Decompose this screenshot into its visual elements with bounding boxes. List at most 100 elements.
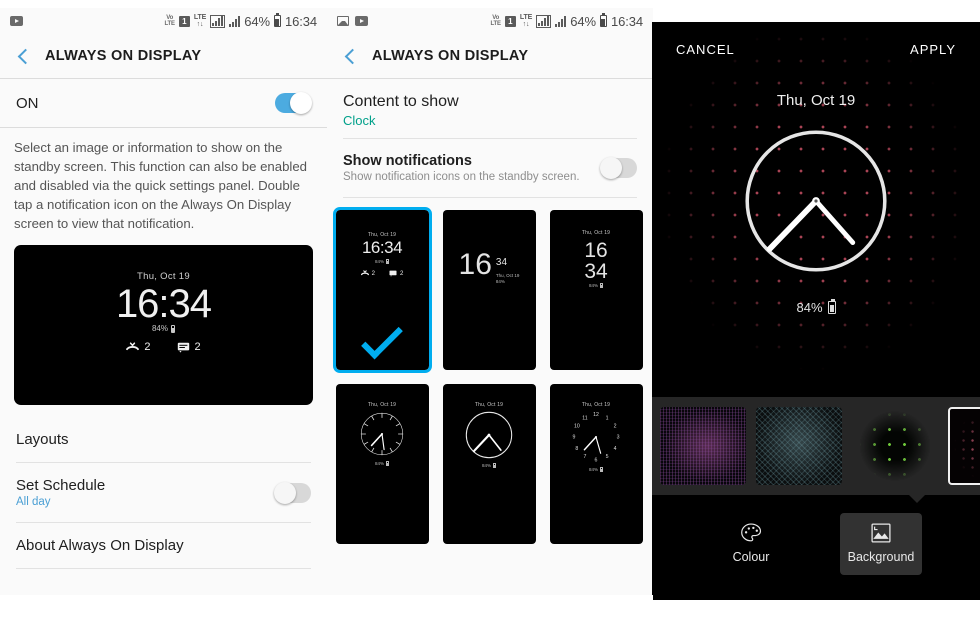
battery-percent-label: 64% <box>570 13 596 29</box>
row-set-schedule[interactable]: Set Schedule All day <box>0 463 327 522</box>
thumb-hour: 16 <box>584 239 608 262</box>
thumb-date: Thu, Oct 19 <box>581 230 611 236</box>
selected-tool-caret-icon <box>907 494 926 503</box>
back-arrow-icon[interactable] <box>17 48 34 64</box>
svg-text:9: 9 <box>573 435 576 441</box>
content-to-show-value: Clock <box>343 113 376 128</box>
layout-thumb-digital-with-notifications[interactable]: Thu, Oct 19 16:34 84% 2 2 <box>332 207 432 373</box>
app-bar-panel2: ALWAYS ON DISPLAY <box>327 34 653 78</box>
screenshot-root: Vo LTE 1 LTE ↑↓ 64% 16:34 ALWAYS ON DISPLA… <box>0 0 980 620</box>
svg-text:12: 12 <box>593 412 599 418</box>
signal-bars-sim2-icon <box>555 15 567 27</box>
svg-text:11: 11 <box>582 416 588 422</box>
signal-bars-sim1-icon <box>536 14 552 28</box>
thumb-battery-label: 84% <box>588 283 598 288</box>
preview-time: 16:34 <box>115 282 212 326</box>
master-toggle-label: ON <box>16 94 39 112</box>
row-layouts-label: Layouts <box>16 431 69 448</box>
colour-tool-label: Colour <box>732 550 770 564</box>
row-about-label: About Always On Display <box>16 537 184 554</box>
battery-icon <box>599 13 607 27</box>
svg-text:1: 1 <box>606 416 609 422</box>
row-content-to-show[interactable]: Content to show Clock <box>327 79 653 138</box>
battery-icon <box>273 13 281 27</box>
row-about[interactable]: About Always On Display <box>0 523 327 568</box>
lte-icon: LTE ↑↓ <box>519 14 533 28</box>
selected-check-icon <box>361 317 403 360</box>
battery-icon <box>386 259 389 264</box>
layout-thumb-analog-ticks[interactable]: Thu, Oct 19 84% <box>335 384 429 544</box>
svg-text:10: 10 <box>574 424 580 430</box>
editor-preview-date: Thu, Oct 19 <box>776 92 856 109</box>
layout-thumb-analog-numbers[interactable]: Thu, Oct 19 12 1 2 345 678 9 10 11 84% <box>549 384 643 544</box>
volte-icon: Vo LTE <box>490 15 502 27</box>
layout-thumb-digital-stacked[interactable]: Thu, Oct 19 16 34 84% <box>549 210 643 370</box>
volte-icon: Vo LTE <box>164 15 176 27</box>
message-icon <box>389 270 397 277</box>
always-on-display-toggle[interactable] <box>275 92 312 114</box>
show-notifications-label: Show notifications <box>343 153 472 169</box>
preview-battery-label: 84% <box>151 324 168 333</box>
editor-battery-label: 84% <box>796 300 823 315</box>
missed-call-icon <box>126 341 140 350</box>
background-swatch-teal-weave[interactable] <box>756 407 842 485</box>
thumb-battery-label: 84% <box>374 259 384 264</box>
apply-button[interactable]: APPLY <box>910 42 956 57</box>
editor-toolbar: Colour Background <box>652 495 980 600</box>
layout-thumb-digital-big-hour-side[interactable]: 16 34 Thu, Oct 19 84% <box>442 210 536 370</box>
clock-label: 16:34 <box>610 13 643 29</box>
aod-preview-card[interactable]: Thu, Oct 19 16:34 84% 2 2 <box>14 245 313 405</box>
battery-icon <box>827 299 836 314</box>
master-toggle-row[interactable]: ON <box>0 79 327 127</box>
page-bottom-margin <box>0 595 653 620</box>
thumb-notifications: 2 2 <box>336 270 429 277</box>
show-notifications-toggle[interactable] <box>600 157 637 179</box>
status-bar-panel1: Vo LTE 1 LTE ↑↓ 64% 16:34 <box>0 8 327 34</box>
svg-text:7: 7 <box>584 454 587 460</box>
colour-tool-button[interactable]: Colour <box>710 513 792 575</box>
row-layouts[interactable]: Layouts <box>0 417 327 462</box>
thumb-battery: 84% <box>550 283 643 288</box>
svg-text:3: 3 <box>617 435 620 441</box>
page-title: ALWAYS ON DISPLAY <box>45 48 202 64</box>
analog-clock-icon <box>745 130 887 272</box>
thumb-battery-label: 84% <box>588 467 598 472</box>
cancel-button[interactable]: CANCEL <box>676 42 735 57</box>
background-tool-button[interactable]: Background <box>840 512 922 575</box>
image-icon <box>871 523 891 543</box>
youtube-icon <box>10 16 23 26</box>
status-bar-right-icons: Vo LTE 1 LTE ↑↓ 64% 16:34 <box>490 13 643 29</box>
row-set-schedule-label: Set Schedule <box>16 477 106 494</box>
missed-call-icon <box>360 270 369 276</box>
youtube-icon <box>355 16 368 26</box>
thumb-minute: 34 <box>495 257 508 268</box>
status-bar-right-icons: Vo LTE 1 LTE ↑↓ 64% 16:34 <box>164 13 317 29</box>
thumb-time: 16 <box>361 238 380 257</box>
background-tool-label: Background <box>847 550 915 564</box>
signal-bars-sim2-icon <box>229 15 241 27</box>
analog-clock-numbers-icon: 1212 345 678 91011 <box>573 412 620 463</box>
back-arrow-icon[interactable] <box>344 48 361 64</box>
layout-thumb-analog-plain[interactable]: Thu, Oct 19 84% <box>442 384 536 544</box>
notification-message: 2 <box>177 341 201 353</box>
status-bar-left-icons <box>10 16 23 26</box>
editor-analog-clock <box>736 121 896 286</box>
background-swatch-purple-grid[interactable] <box>660 407 746 485</box>
background-swatch-green-dots[interactable] <box>852 407 938 485</box>
thumb-battery: 84% <box>589 467 603 472</box>
editor-header: CANCEL APPLY <box>652 22 980 76</box>
preview-battery: 84% <box>152 324 175 333</box>
panel-content-to-show: Vo LTE 1 LTE ↑↓ 64% 16:34 ALWAYS ON DISPLA… <box>327 8 653 595</box>
row-set-schedule-value: All day <box>16 496 51 508</box>
row-show-notifications[interactable]: Show notifications Show notification ico… <box>327 139 653 197</box>
notification-count: 2 <box>400 270 404 277</box>
set-schedule-toggle[interactable] <box>274 481 311 504</box>
thumb-battery-label: 84% <box>481 463 491 468</box>
background-swatch-pink-dots[interactable] <box>948 407 980 485</box>
background-swatch-bar[interactable] <box>652 397 980 495</box>
battery-percent-label: 64% <box>244 13 270 29</box>
status-bar-panel2: Vo LTE 1 LTE ↑↓ 64% 16:34 <box>327 8 653 34</box>
analog-clock-plain-icon <box>465 411 513 459</box>
message-icon <box>177 342 189 353</box>
thumb-battery: 84% <box>336 259 429 264</box>
